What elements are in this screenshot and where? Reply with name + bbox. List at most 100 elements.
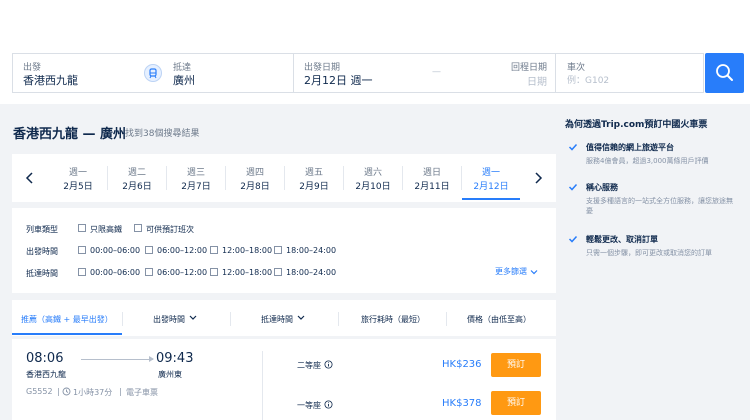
chevron-down-icon [530, 269, 537, 274]
feature-desc: 支援多種語言的一站式全方位服務，讓您旅途無憂 [586, 197, 733, 215]
more-filters-link[interactable]: 更多篩選 [495, 266, 538, 277]
sort-recommended[interactable]: 推薦（高鐵 + 最早出發） [21, 314, 113, 325]
train-number-placeholder: 例：G102 [567, 76, 610, 86]
book-button[interactable]: 預訂 [491, 353, 541, 377]
divider [230, 312, 231, 326]
sort-label: 出發時間 [153, 315, 185, 324]
feature-title: 稱心服務 [586, 183, 618, 192]
seat-price: HK$378 [442, 398, 482, 409]
book-button[interactable]: 預訂 [491, 391, 541, 415]
date-tab[interactable]: 週二 2月6日 [108, 154, 166, 202]
route-arrow [81, 356, 154, 362]
filter-panel: 列車類型 只限高鐵 可供預訂班次 出發時間 00:00–06:00 06:00–… [12, 208, 556, 293]
checkbox[interactable] [78, 246, 86, 254]
check-icon [568, 234, 578, 244]
date-tab[interactable]: 週六 2月10日 [344, 154, 402, 202]
date-tab[interactable]: 週三 2月7日 [167, 154, 225, 202]
filter-label: 抵達時間 [26, 269, 58, 278]
date-tab[interactable]: 週日 2月11日 [403, 154, 461, 202]
chevron-left-icon[interactable] [20, 168, 40, 188]
train-number: G5552 [26, 387, 53, 396]
date-value: 2月10日 [355, 182, 391, 192]
checkbox[interactable] [274, 268, 282, 276]
checkbox[interactable] [134, 224, 142, 232]
depart-date-value: 2月12日 週一 [304, 74, 373, 87]
checkbox-label[interactable]: 06:00–12:00 [157, 246, 207, 255]
date-tab[interactable]: 週一 2月5日 [49, 154, 107, 202]
checkbox[interactable] [274, 246, 282, 254]
train-number-field[interactable]: 車次 例：G102 [556, 54, 704, 92]
checkbox-label[interactable]: 可供預訂班次 [146, 224, 194, 235]
date-value: 2月7日 [181, 182, 211, 192]
search-button[interactable] [705, 53, 744, 93]
sidebar-title: 為何透過Trip.com預訂中國火車票 [565, 120, 708, 130]
info-icon[interactable] [324, 360, 333, 369]
from-value: 香港西九龍 [23, 74, 78, 87]
date-weekday: 週一 [481, 168, 500, 178]
sort-arrive-time[interactable]: 抵達時間 [261, 314, 306, 325]
ticket-type: 電子車票 [126, 388, 158, 397]
divider [262, 351, 263, 420]
date-tab[interactable]: 週四 2月8日 [226, 154, 284, 202]
info-icon[interactable] [324, 400, 333, 409]
feature-title: 值得信賴的網上旅遊平台 [586, 143, 674, 152]
checkbox-label[interactable]: 只限高鐵 [90, 224, 122, 235]
train-swap-icon[interactable] [144, 64, 162, 82]
arrive-time: 09:43 [156, 351, 194, 366]
checkbox-label[interactable]: 00:00–06:00 [90, 246, 140, 255]
search-icon [716, 64, 733, 81]
checkbox-label[interactable]: 18:00–24:00 [286, 268, 336, 277]
route-title: 香港西九龍 — 廣州 [13, 127, 127, 142]
sort-depart-time[interactable]: 出發時間 [153, 314, 198, 325]
date-dash: — [432, 67, 441, 77]
checkbox[interactable] [145, 246, 153, 254]
feature-desc: 服務4億會員，超過3,000萬條用戶評價 [586, 157, 709, 165]
more-filters-label: 更多篩選 [495, 267, 527, 276]
return-date-label: 回程日期 [510, 63, 547, 73]
checkbox[interactable] [145, 268, 153, 276]
train-number-label: 車次 [567, 63, 586, 73]
checkbox-label[interactable]: 06:00–12:00 [157, 268, 207, 277]
date-value: 2月9日 [299, 182, 329, 192]
checkbox[interactable] [78, 268, 86, 276]
check-icon [568, 142, 578, 152]
divider [338, 312, 339, 326]
checkbox-label[interactable]: 12:00–18:00 [222, 246, 272, 255]
checkbox-label[interactable]: 12:00–18:00 [222, 268, 272, 277]
date-weekday: 週六 [363, 168, 382, 178]
arrive-station: 廣州東 [158, 370, 182, 379]
search-bar: 出發 香港西九龍 抵達 廣州 出發日期 2月12日 週一 — 回程日期 日期 車… [12, 53, 704, 93]
duration: 1小時37分 [73, 388, 113, 397]
sort-duration[interactable]: 旅行耗時（最短） [361, 314, 425, 325]
checkbox[interactable] [210, 246, 218, 254]
filter-label: 列車類型 [26, 225, 58, 234]
checkbox[interactable] [210, 268, 218, 276]
clock-icon [62, 387, 71, 396]
date-weekday: 週四 [245, 168, 264, 178]
return-date-field[interactable]: 回程日期 日期 [483, 54, 555, 92]
chevron-down-icon [189, 315, 196, 320]
date-value: 2月5日 [63, 182, 93, 192]
date-selector: 週一 2月5日 週二 2月6日 週三 2月7日 週四 2月8日 週五 2月9日 … [12, 154, 556, 202]
sort-active-indicator [12, 333, 122, 335]
checkbox[interactable] [78, 224, 86, 232]
chevron-down-icon [297, 315, 304, 320]
filter-label: 出發時間 [26, 247, 58, 256]
date-tab[interactable]: 週五 2月9日 [285, 154, 343, 202]
date-weekday: 週五 [304, 168, 323, 178]
date-value: 2月8日 [240, 182, 270, 192]
sort-price[interactable]: 價格（由低至高） [467, 314, 531, 325]
feature-desc: 只需一個步驟，即可更改或取消您的訂單 [586, 249, 712, 257]
checkbox-label[interactable]: 18:00–24:00 [286, 246, 336, 255]
divider [122, 312, 123, 326]
date-weekday: 週日 [422, 168, 441, 178]
date-weekday: 週二 [127, 168, 146, 178]
chevron-right-icon[interactable] [528, 168, 548, 188]
date-tab-selected[interactable]: 週一 2月12日 [462, 154, 520, 202]
to-field[interactable]: 抵達 廣州 [173, 54, 293, 92]
sort-bar: 推薦（高鐵 + 最早出發） 出發時間 抵達時間 旅行耗時（最短） 價格（由低至高… [12, 300, 556, 336]
checkbox-label[interactable]: 00:00–06:00 [90, 268, 140, 277]
date-value: 2月11日 [414, 182, 450, 192]
to-value: 廣州 [173, 74, 195, 87]
feature-title: 輕鬆更改、取消訂單 [586, 235, 658, 244]
